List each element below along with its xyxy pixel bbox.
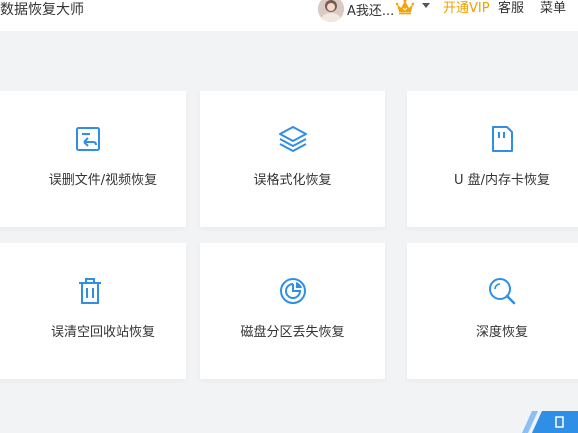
layers-icon [278,126,307,152]
feature-card-format[interactable]: 误格式化恢复 [200,91,385,227]
top-bar: 数据恢复大师 A我还... 开通VIP 客服 菜单 [0,0,578,31]
username[interactable]: A我还... [347,0,394,19]
sd-card-icon [492,126,513,152]
menu-link[interactable]: 菜单 [540,0,566,18]
avatar[interactable] [318,0,344,22]
chevron-down-icon[interactable] [422,3,430,9]
feature-card-deep-recovery[interactable]: 深度恢复 [407,243,578,379]
customer-service-link[interactable]: 客服 [498,0,524,18]
pie-chart-icon [279,278,306,304]
app-title: 数据恢复大师 [0,2,84,18]
feature-label: U 盘/内存卡恢复 [453,173,551,188]
search-icon [489,278,516,305]
promo-banner-corner[interactable] [508,403,578,433]
feature-label: 误删文件/视频恢复 [48,173,158,188]
feature-label: 误格式化恢复 [253,173,332,188]
feature-card-partition[interactable]: 磁盘分区丢失恢复 [200,243,385,379]
feature-label: 深度恢复 [475,325,528,340]
feature-card-recycle-bin[interactable]: 误清空回收站恢复 [0,243,186,379]
crown-icon [396,0,414,15]
feature-card-usb-sd[interactable]: U 盘/内存卡恢复 [407,91,578,227]
feature-card-deleted-files[interactable]: 误删文件/视频恢复 [0,91,186,227]
feature-label: 误清空回收站恢复 [50,325,155,340]
open-vip-link[interactable]: 开通VIP [443,0,490,18]
trash-icon [79,278,101,304]
file-restore-icon [76,127,100,151]
feature-label: 磁盘分区丢失恢复 [240,325,345,340]
